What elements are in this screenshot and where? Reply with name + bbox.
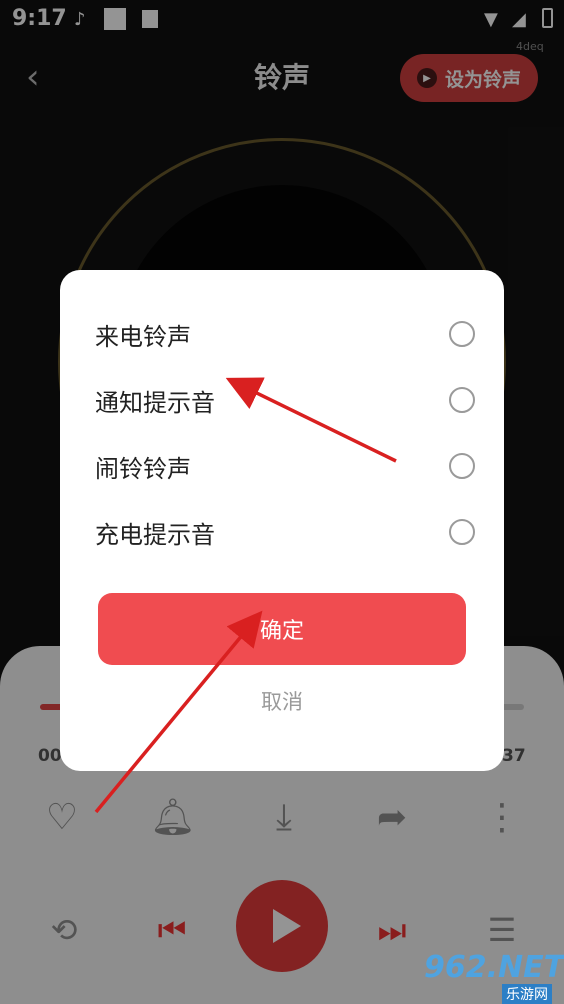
watermark-subtext: 乐游网 bbox=[502, 984, 552, 1004]
annotation-arrows bbox=[94, 377, 397, 814]
annotation-arrow bbox=[225, 377, 397, 463]
watermark-text: 962.NET bbox=[424, 950, 564, 985]
site-watermark: 962.NET 乐游网 bbox=[424, 950, 564, 1004]
annotation-arrow bbox=[94, 610, 263, 814]
